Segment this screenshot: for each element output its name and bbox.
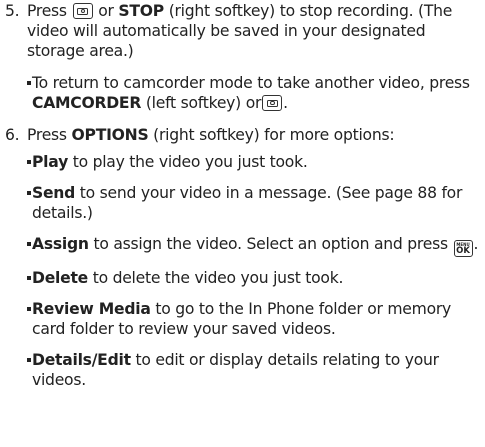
- options-key-label: OPTIONS: [71, 126, 149, 144]
- option-item-play: Play to play the video you just took.: [0, 152, 485, 172]
- manual-page: 5. Press or STOP (right softkey) to stop…: [0, 0, 485, 390]
- step-5-text-2: or: [98, 2, 114, 20]
- camera-key-icon: [262, 95, 283, 111]
- step-6-text-1: Press: [27, 126, 67, 144]
- step-6-number: 6.: [5, 126, 20, 144]
- option-label: Assign: [32, 235, 89, 253]
- option-item-review-media: Review Media to go to the In Phone folde…: [0, 299, 485, 339]
- stop-key-label: STOP: [118, 2, 164, 20]
- option-label: Send: [32, 184, 76, 202]
- step-6: 6. Press OPTIONS (right softkey) for mor…: [0, 125, 485, 145]
- step-6-text-2: (right softkey) for more options:: [153, 126, 395, 144]
- step-5-bullet-text-2: (left softkey) or: [145, 94, 262, 112]
- menu-ok-key-big-text: OK: [456, 246, 470, 256]
- option-text: to send your video in a message. (See pa…: [32, 184, 463, 222]
- step-5-bullet: To return to camcorder mode to take anot…: [0, 73, 485, 113]
- step-5-number: 5.: [5, 2, 20, 20]
- option-label: Details/Edit: [32, 351, 131, 369]
- option-item-send: Send to send your video in a message. (S…: [0, 183, 485, 223]
- camcorder-key-label: CAMCORDER: [32, 94, 142, 112]
- option-text: to play the video you just took.: [72, 153, 308, 171]
- option-label: Review Media: [32, 300, 151, 318]
- step-5-bullet-text-3: .: [283, 94, 288, 112]
- option-label: Delete: [32, 269, 88, 287]
- option-item-assign: Assign to assign the video. Select an op…: [0, 234, 485, 257]
- option-text: to assign the video. Select an option an…: [93, 235, 448, 253]
- option-text-end: .: [473, 235, 479, 253]
- option-item-delete: Delete to delete the video you just took…: [0, 268, 485, 288]
- menu-ok-key-icon: MENU OK: [453, 240, 473, 257]
- step-5-bullet-text-1: To return to camcorder mode to take anot…: [32, 74, 470, 92]
- camera-key-icon: [72, 3, 93, 19]
- step-5-text-1: Press: [27, 2, 67, 20]
- option-label: Play: [32, 153, 68, 171]
- step-5: 5. Press or STOP (right softkey) to stop…: [0, 1, 485, 61]
- option-item-details-edit: Details/Edit to edit or display details …: [0, 350, 485, 390]
- option-text: to delete the video you just took.: [92, 269, 344, 287]
